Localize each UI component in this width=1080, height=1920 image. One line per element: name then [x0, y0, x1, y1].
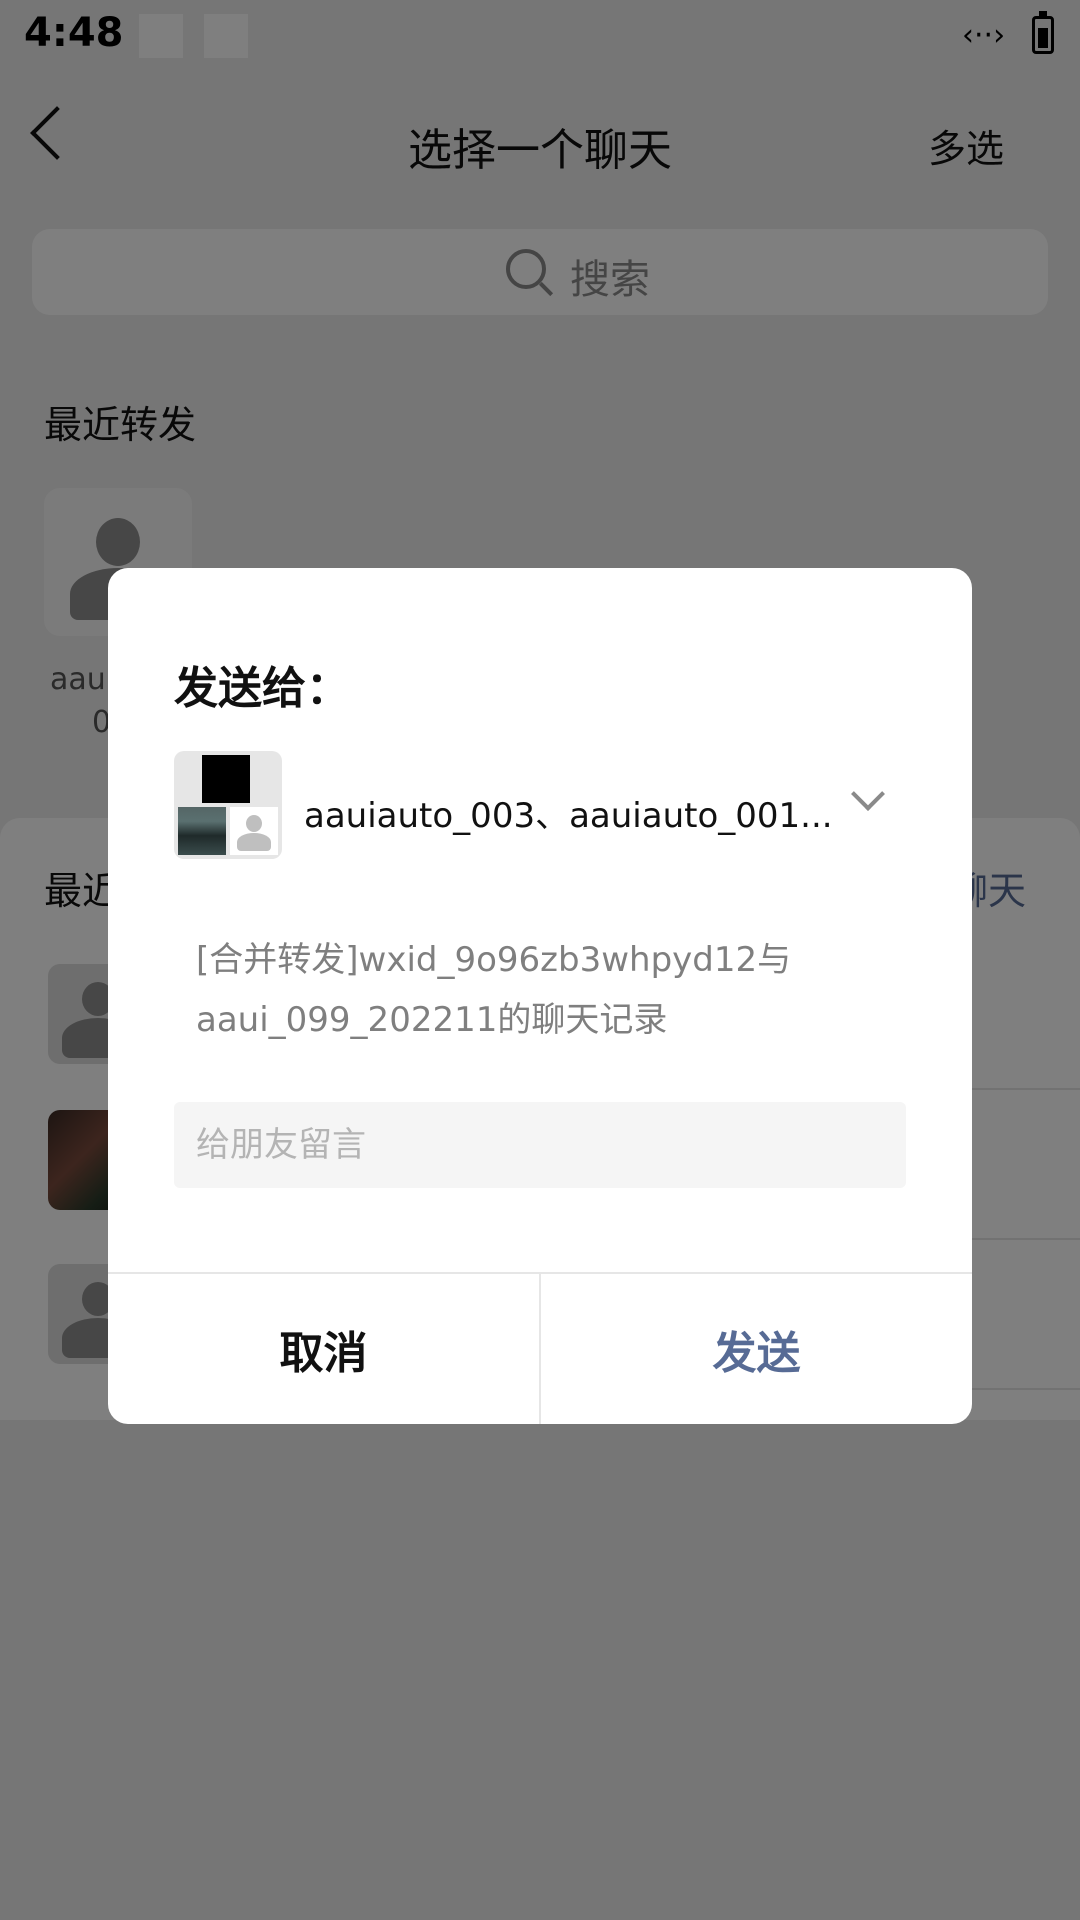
- default-avatar-icon: [230, 807, 278, 855]
- recipient-names[interactable]: aauiauto_003、aauiauto_001...: [304, 788, 834, 837]
- group-avatar: [174, 751, 282, 859]
- member-avatar: [202, 755, 250, 803]
- member-avatar: [178, 807, 226, 855]
- send-to-dialog: 发送给： aauiauto_003、aauiauto_001... [合并转发]…: [108, 568, 972, 1424]
- forward-message-preview: [合并转发]wxid_9o96zb3whpyd12与aaui_099_20221…: [196, 940, 792, 1040]
- chevron-down-icon[interactable]: [851, 777, 885, 811]
- send-button[interactable]: 发送: [541, 1274, 972, 1424]
- message-input[interactable]: [174, 1102, 906, 1188]
- cancel-button[interactable]: 取消: [108, 1274, 539, 1424]
- dialog-title: 发送给：: [174, 663, 350, 714]
